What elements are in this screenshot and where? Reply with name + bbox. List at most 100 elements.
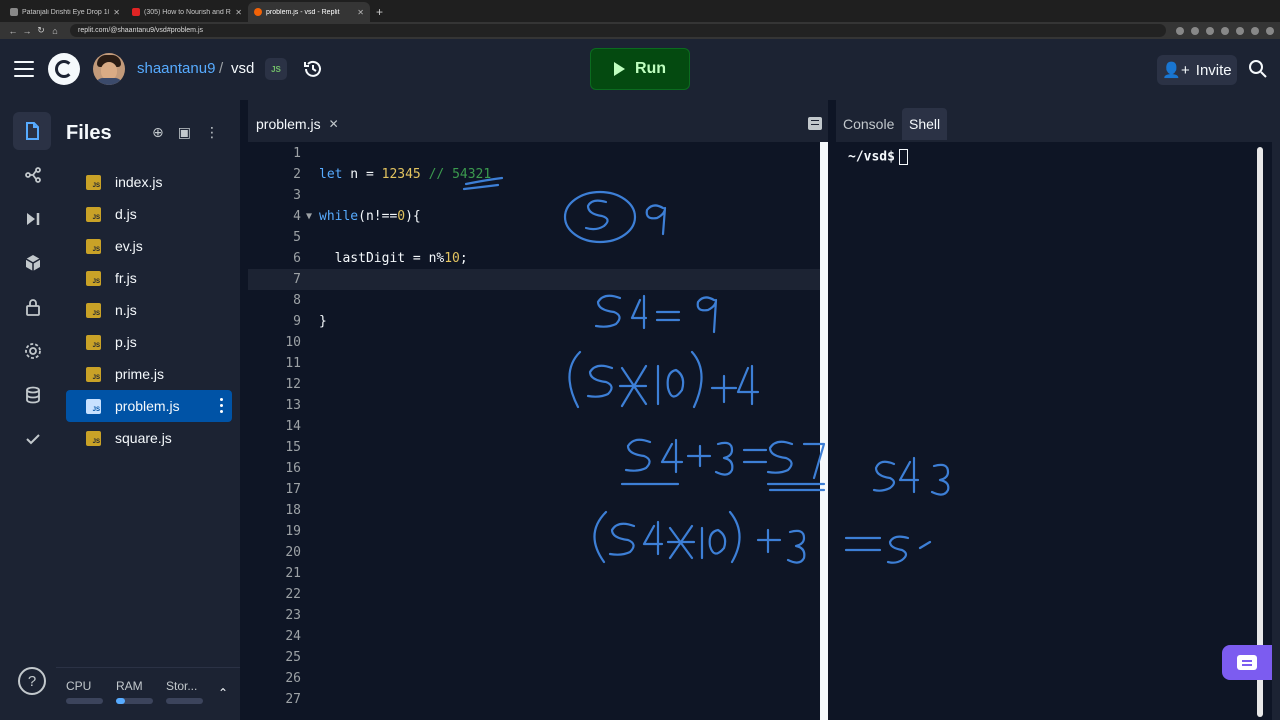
tab-title: Patanjali Drishti Eye Drop 10 m xyxy=(22,8,109,16)
fold-chevron-icon[interactable]: ▼ xyxy=(306,206,312,227)
settings-gear-icon[interactable] xyxy=(14,332,52,370)
shell-scrollbar[interactable] xyxy=(1257,147,1263,717)
packages-icon[interactable] xyxy=(14,244,52,282)
line-number: 11 xyxy=(285,356,301,371)
back-icon[interactable]: ← xyxy=(6,26,20,36)
debugger-icon[interactable] xyxy=(14,200,52,238)
play-icon xyxy=(613,62,625,76)
editor-tab[interactable]: problem.js ✕ xyxy=(248,108,347,140)
file-item[interactable]: JS p.js xyxy=(66,326,232,358)
file-options-icon[interactable] xyxy=(220,398,224,416)
search-icon[interactable] xyxy=(1248,59,1268,79)
close-tab-icon[interactable]: ✕ xyxy=(235,8,242,17)
checkmark-icon[interactable] xyxy=(14,420,52,458)
panel-divider[interactable] xyxy=(828,100,836,720)
breadcrumb-separator: / xyxy=(219,60,224,77)
code-line: 9} xyxy=(248,311,820,332)
file-item[interactable]: JS ev.js xyxy=(66,230,232,262)
home-icon[interactable]: ⌂ xyxy=(48,26,62,36)
file-item[interactable]: JS square.js xyxy=(66,422,232,454)
more-options-icon[interactable]: ⋮ xyxy=(205,124,219,141)
tab-title: (305) How to Nourish and Reli xyxy=(144,8,232,16)
code-line: 25 xyxy=(248,647,820,668)
workspace-header: shaantanu9 / vsd JS Run 👤+ Invite xyxy=(0,39,1280,100)
git-icon[interactable] xyxy=(14,156,52,194)
cpu-label: CPU xyxy=(66,679,92,693)
code-line: 27 xyxy=(248,689,820,710)
chevron-up-icon[interactable]: ⌃ xyxy=(218,686,228,700)
history-icon[interactable] xyxy=(303,59,323,79)
line-number: 4 xyxy=(293,209,301,224)
ram-fill xyxy=(116,698,126,704)
extension-icon[interactable] xyxy=(1221,26,1229,35)
code-line: 13 xyxy=(248,395,820,416)
profile-icon[interactable] xyxy=(1266,26,1274,35)
code-line: 19 xyxy=(248,521,820,542)
browser-tab-0[interactable]: Patanjali Drishti Eye Drop 10 m ✕ xyxy=(4,2,126,22)
extension-icon[interactable] xyxy=(1236,26,1244,35)
extension-icon[interactable] xyxy=(1251,26,1259,35)
code-line: 16 xyxy=(248,458,820,479)
file-item[interactable]: JS index.js xyxy=(66,166,232,198)
extension-icon[interactable] xyxy=(1191,26,1199,35)
replit-logo[interactable] xyxy=(48,53,80,85)
tab-console[interactable]: Console xyxy=(836,108,901,140)
close-tab-icon[interactable]: ✕ xyxy=(357,8,364,17)
file-item[interactable]: JS fr.js xyxy=(66,262,232,294)
invite-button[interactable]: 👤+ Invite xyxy=(1157,55,1237,85)
browser-tab-2[interactable]: problem.js - vsd - Replit ✕ xyxy=(248,2,370,22)
username-link[interactable]: shaantanu9 xyxy=(137,60,215,77)
code-line: 8 xyxy=(248,290,820,311)
database-icon[interactable] xyxy=(14,376,52,414)
repl-name[interactable]: vsd xyxy=(231,60,254,77)
code-editor[interactable]: 1 2 let n = 12345 // 54321 3 4 ▼ while(n!==0){… xyxy=(248,142,820,720)
panel-divider[interactable] xyxy=(240,100,248,720)
file-name: index.js xyxy=(115,174,163,190)
run-button[interactable]: Run xyxy=(590,48,690,90)
new-folder-icon[interactable]: ▣ xyxy=(178,124,191,141)
extension-icon[interactable] xyxy=(1176,26,1184,35)
line-number: 1 xyxy=(293,146,301,161)
shell-terminal[interactable]: ~/vsd$ xyxy=(836,142,1272,720)
help-icon[interactable]: ? xyxy=(18,667,46,695)
code-line: 14 xyxy=(248,416,820,437)
code-text: lastDigit = n%10; xyxy=(319,248,468,269)
invite-label: Invite xyxy=(1195,61,1232,79)
line-number: 19 xyxy=(285,524,301,539)
new-tab-button[interactable]: + xyxy=(376,2,383,22)
code-line: 12 xyxy=(248,374,820,395)
browser-tab-1[interactable]: (305) How to Nourish and Reli ✕ xyxy=(126,2,248,22)
tab-shell[interactable]: Shell xyxy=(902,108,948,140)
new-file-icon[interactable]: ⊕ xyxy=(152,124,164,141)
file-item[interactable]: JS d.js xyxy=(66,198,232,230)
extension-icon[interactable] xyxy=(1206,26,1214,35)
url-field[interactable]: replit.com/@shaantanu9/vsd#problem.js xyxy=(70,24,1166,37)
code-token: (n!== xyxy=(358,209,398,224)
nodejs-icon[interactable]: JS xyxy=(265,58,287,80)
forward-icon[interactable]: → xyxy=(20,26,34,36)
file-item[interactable]: JS problem.js xyxy=(66,390,232,422)
file-item[interactable]: JS n.js xyxy=(66,294,232,326)
files-tool-icon[interactable] xyxy=(13,112,51,150)
line-number: 5 xyxy=(293,230,301,245)
line-number: 10 xyxy=(285,335,301,350)
close-tab-icon[interactable]: ✕ xyxy=(329,117,339,131)
secrets-lock-icon[interactable] xyxy=(14,288,52,326)
avatar[interactable] xyxy=(93,53,125,85)
reload-icon[interactable]: ↻ xyxy=(34,25,48,36)
code-line: 10 xyxy=(248,332,820,353)
line-number: 12 xyxy=(285,377,301,392)
line-number: 20 xyxy=(285,545,301,560)
editor-scrollbar[interactable] xyxy=(820,142,828,720)
js-file-icon: JS xyxy=(86,302,101,318)
file-name: fr.js xyxy=(115,270,137,286)
code-line: 23 xyxy=(248,605,820,626)
chat-button[interactable] xyxy=(1222,645,1272,680)
console-tab-label: Console xyxy=(843,116,895,132)
close-tab-icon[interactable]: ✕ xyxy=(113,8,120,17)
js-file-icon: JS xyxy=(86,206,101,222)
line-number: 13 xyxy=(285,398,301,413)
pane-menu-icon[interactable] xyxy=(808,117,822,130)
file-item[interactable]: JS prime.js xyxy=(66,358,232,390)
menu-icon[interactable] xyxy=(14,61,34,82)
